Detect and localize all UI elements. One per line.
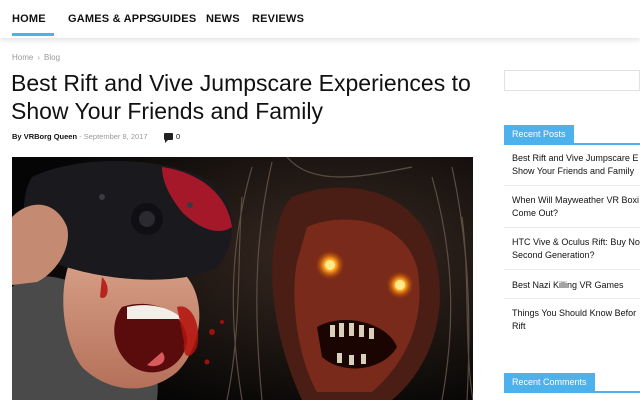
comments-link[interactable]: 0 [164,132,181,143]
sidebar-search-input[interactable] [504,70,640,91]
sidebar-divider [504,227,640,228]
nav-item-guides[interactable]: GUIDES [153,13,196,25]
comment-icon [164,133,173,143]
featured-image [12,157,473,400]
top-nav: HOME GAMES & APPS GUIDES NEWS REVIEWS [0,0,640,38]
nav-item-reviews[interactable]: REVIEWS [252,13,304,25]
recent-comments-heading: Recent Comments [504,373,595,391]
sidebar-divider [504,298,640,299]
breadcrumb-separator-icon: › [37,53,41,62]
nav-active-indicator [12,33,54,36]
recent-post-link-4[interactable]: Best Nazi Killing VR Games [512,279,640,292]
meta-dash: - [79,132,82,141]
breadcrumb-home-link[interactable]: Home [12,53,33,62]
recent-post-link-1[interactable]: Best Rift and Vive Jumpscare E Show Your… [512,152,640,178]
recent-post-link-3[interactable]: HTC Vive & Oculus Rift: Buy No Second Ge… [512,236,640,262]
nav-item-home[interactable]: HOME [12,13,46,25]
comment-count: 0 [176,132,181,141]
article-meta: By VRBorg Queen - September 8, 2017 0 [12,132,180,143]
page-title: Best Rift and Vive Jumpscare Experiences… [11,70,471,124]
recent-posts-header: Recent Posts [504,125,640,145]
author-link[interactable]: VRBorg Queen [24,132,77,141]
sidebar-divider [504,185,640,186]
post-date: September 8, 2017 [83,132,148,141]
nav-item-news[interactable]: NEWS [206,13,240,25]
meta-by-label: By [12,132,22,141]
recent-comments-header: Recent Comments [504,373,640,393]
breadcrumb-blog-link[interactable]: Blog [44,53,60,62]
breadcrumb: Home › Blog [12,53,60,62]
recent-post-link-2[interactable]: When Will Mayweather VR Boxi Come Out? [512,194,640,220]
featured-image-illustration [12,157,473,400]
recent-post-link-5[interactable]: Things You Should Know Befor Rift [512,307,640,333]
sidebar-divider [504,269,640,270]
recent-posts-heading: Recent Posts [504,125,574,143]
nav-item-games-apps[interactable]: GAMES & APPS [68,13,154,25]
